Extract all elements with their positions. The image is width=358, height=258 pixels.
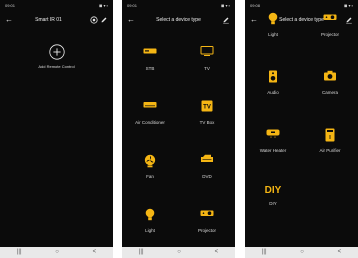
add-remote-control[interactable]: Add Remote Control — [0, 44, 113, 69]
system-nav-bar: ||| ○ < — [245, 247, 358, 258]
back-button[interactable]: < — [338, 247, 342, 258]
device-label: DVD — [202, 174, 212, 179]
status-icons: ◼ ▾ ▪ — [99, 3, 108, 8]
recent-apps-button[interactable]: ||| — [17, 247, 22, 258]
back-button[interactable]: < — [215, 247, 219, 258]
device-label: Fan — [146, 174, 154, 179]
record-icon[interactable] — [90, 16, 98, 24]
device-tile-stb[interactable]: STB — [122, 30, 178, 84]
status-icons: ◼ ▾ ▪ — [221, 3, 230, 8]
status-time: 09:01 — [127, 3, 138, 8]
device-tile-air-conditioner[interactable]: Air Conditioner — [122, 84, 178, 138]
device-label: Water Heater — [259, 148, 287, 153]
device-tile-audio[interactable]: Audio — [245, 54, 301, 108]
air-conditioner-icon — [143, 102, 157, 108]
edit-icon[interactable] — [222, 16, 230, 24]
device-tile-camera[interactable]: Camera — [302, 54, 358, 108]
device-tile-water-heater[interactable]: Water Heater — [245, 112, 301, 166]
device-label: TV — [204, 66, 210, 71]
device-label: STB — [145, 66, 155, 71]
app-bar: ← Smart IR 01 — [0, 14, 113, 28]
add-circle-icon[interactable] — [48, 44, 65, 60]
projector-icon — [200, 210, 214, 216]
device-type-screen-1: 09:01 ◼ ▾ ▪ ← Select a device type STB T… — [122, 0, 235, 258]
stb-icon — [143, 48, 157, 54]
app-bar: ← Select a device type — [122, 14, 235, 28]
home-button[interactable]: ○ — [55, 247, 59, 258]
projector-icon — [323, 14, 337, 20]
status-time: 09:01 — [5, 3, 16, 8]
device-label: Projector — [197, 228, 216, 233]
light-icon — [145, 208, 155, 221]
recent-apps-button[interactable]: ||| — [139, 247, 144, 258]
device-label: Audio — [267, 90, 279, 95]
air-purifier-icon — [325, 128, 335, 142]
back-arrow-icon[interactable]: ← — [5, 15, 13, 25]
home-button[interactable]: ○ — [177, 247, 181, 258]
device-tile-dvd[interactable]: DVD — [179, 138, 235, 192]
device-tile-light[interactable]: Light — [122, 192, 178, 246]
device-label: TV Box — [199, 120, 215, 125]
device-tile-projector[interactable]: Projector — [179, 192, 235, 246]
device-label: Light — [145, 228, 155, 233]
device-tile-tv[interactable]: TV — [179, 30, 235, 84]
page-title: Select a device type — [156, 17, 201, 23]
home-button[interactable]: ○ — [300, 247, 304, 258]
back-button[interactable]: < — [93, 247, 97, 258]
smart-ir-screen: 09:01 ◼ ▾ ▪ ← Smart IR 01 Add Remote Con… — [0, 0, 113, 258]
device-label: Projector — [320, 32, 339, 37]
tv-box-icon: TV — [201, 100, 213, 112]
device-type-screen-2: 09:08 ◼ ▾ ▪ ← Select a device type Light… — [245, 0, 358, 258]
status-bar: 09:01 ◼ ▾ ▪ — [0, 0, 113, 11]
water-heater-icon — [266, 129, 280, 138]
system-nav-bar: ||| ○ < — [0, 247, 113, 258]
audio-icon — [269, 70, 277, 83]
device-tile-diy[interactable]: DIY DIY — [245, 170, 301, 224]
device-label: Light — [268, 32, 278, 37]
device-tile-projector[interactable]: Projector — [302, 0, 358, 50]
tv-icon — [200, 46, 214, 56]
svg-text:TV: TV — [203, 104, 211, 110]
camera-icon — [324, 70, 336, 81]
device-tile-light[interactable]: Light — [245, 0, 301, 50]
device-label: DIY — [269, 201, 277, 206]
device-label: Air Purifier — [319, 148, 341, 153]
device-label: Camera — [321, 90, 338, 95]
light-icon — [268, 12, 278, 25]
diy-icon: DIY — [264, 185, 282, 196]
system-nav-bar: ||| ○ < — [122, 247, 235, 258]
add-remote-label: Add Remote Control — [38, 64, 75, 69]
device-tile-tv-box[interactable]: TV TV Box — [179, 84, 235, 138]
device-label: Air Conditioner — [135, 120, 165, 125]
fan-icon — [144, 154, 156, 168]
page-title: Smart IR 01 — [35, 17, 62, 23]
status-bar: 09:01 ◼ ▾ ▪ — [122, 0, 235, 11]
device-tile-fan[interactable]: Fan — [122, 138, 178, 192]
recent-apps-button[interactable]: ||| — [262, 247, 267, 258]
dvd-icon — [201, 154, 213, 162]
edit-icon[interactable] — [100, 16, 108, 24]
device-tile-air-purifier[interactable]: Air Purifier — [302, 112, 358, 166]
